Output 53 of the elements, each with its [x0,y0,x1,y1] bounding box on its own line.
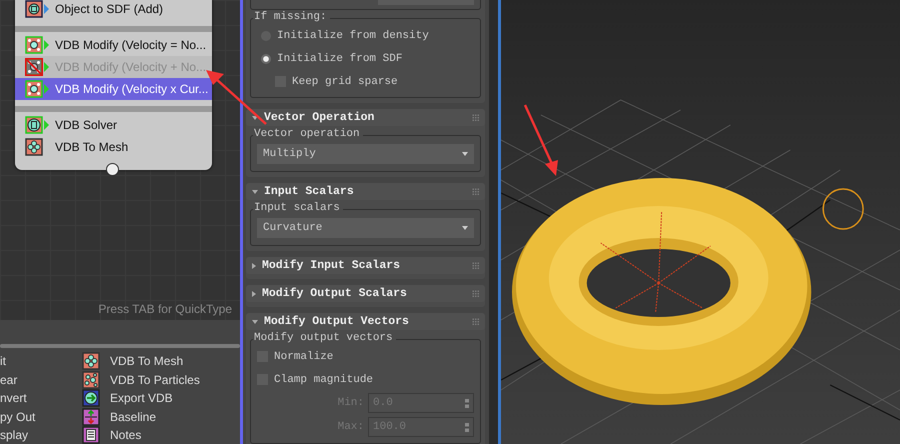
hint-text: Press TAB for QuickType [98,302,232,316]
rollout-header[interactable]: Modify Output Vectors [246,313,485,330]
disabled-icon [25,58,43,76]
dots-icon [25,138,43,156]
note-icon [82,426,100,444]
caret-icon [462,226,468,230]
radio-label: Initialize from density [277,30,429,42]
group-label: If missing: [253,11,330,23]
group-label: Modify output vectors [253,332,396,344]
operator-row[interactable]: Object to SDF (Add) [15,0,212,20]
rollout-header[interactable]: Modify Input Scalars [246,257,485,274]
dots-icon [25,80,43,98]
dots-icon [82,370,100,389]
checkbox-label: Keep grid sparse [292,76,398,88]
operator-row[interactable]: VDB Solver [15,114,212,136]
operator-item[interactable]: VDB To Particles [82,370,200,389]
grip-icon[interactable] [472,188,479,195]
radio-label: Initialize from SDF [277,52,402,64]
grip-icon[interactable] [472,290,479,297]
operator-item[interactable]: py Out [0,410,36,424]
grip-icon[interactable] [472,262,479,269]
dots-icon [82,352,100,370]
caret-icon [462,152,468,156]
group-label: Input scalars [253,202,343,214]
grip-icon[interactable] [472,318,479,325]
operator-item[interactable]: it [0,354,6,368]
checkbox-label: Normalize [274,350,334,362]
checkbox-label: Clamp magnitude [274,374,374,386]
calculator-icon [25,116,43,134]
dropdown[interactable]: Curvature [257,218,474,238]
operator-item[interactable]: splay [0,428,28,442]
group-label: Vector operation [253,128,363,140]
grip-icon[interactable] [472,114,479,121]
rollout-header[interactable]: Vector Operation [246,109,485,126]
port-icon[interactable] [106,163,119,176]
dropdown[interactable]: Multiply [257,144,474,164]
arrow-annotation [524,104,558,176]
operator-item[interactable]: Export VDB [82,389,200,408]
operator-row[interactable]: VDB Modify (Velocity x Cur... [15,78,212,100]
rollout-header[interactable]: Modify Output Scalars [246,285,485,302]
radio-button[interactable] [261,54,271,64]
operator-item[interactable]: Baseline [82,408,200,426]
dots-icon [25,36,43,54]
operator-item[interactable]: ear [0,372,18,387]
operator-row[interactable]: VDB To Mesh [15,136,212,158]
operator-item[interactable]: nvert [0,391,27,406]
operator-row[interactable]: VDB Modify (Velocity = No... [15,34,212,56]
scroll-bar[interactable] [0,344,240,348]
cube-icon [25,0,43,18]
arrow-icon [82,389,100,408]
operator-item[interactable]: Notes [82,426,200,444]
rollout-header[interactable]: Input Scalars [246,183,485,200]
operator-item[interactable]: VDB To Mesh [82,352,200,370]
